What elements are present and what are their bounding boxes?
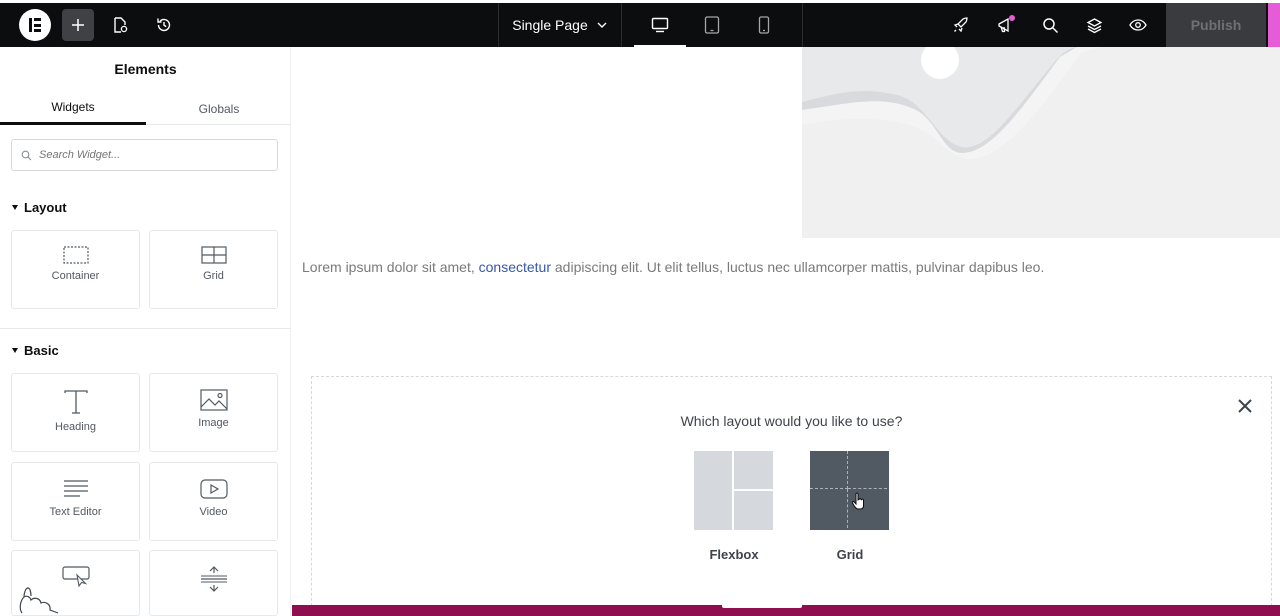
tab-widgets[interactable]: Widgets — [0, 92, 146, 125]
widget-search[interactable] — [11, 139, 278, 171]
text-editor-icon — [63, 480, 88, 497]
widget-label: Heading — [55, 421, 96, 433]
toolbar-divider — [802, 3, 803, 47]
accent-edge — [1268, 3, 1280, 47]
paragraph-text: adipiscing elit. Ut elit tellus, luctus … — [551, 259, 1045, 275]
pointer-hand-icon — [851, 492, 864, 510]
search-icon — [21, 150, 32, 160]
whats-new-button[interactable] — [990, 9, 1022, 41]
tablet-view-button[interactable] — [686, 3, 738, 47]
widget-label: Image — [198, 417, 229, 429]
mobile-view-button[interactable] — [738, 3, 790, 47]
desktop-icon — [651, 17, 669, 33]
layers-icon — [1086, 17, 1102, 33]
widget-text-editor[interactable]: Text Editor — [11, 462, 140, 541]
page-settings-button[interactable] — [104, 9, 136, 41]
layout-option-flexbox[interactable]: Flexbox — [694, 451, 774, 562]
add-element-button[interactable] — [62, 9, 94, 41]
widget-video[interactable]: Video — [149, 462, 278, 541]
panel-tabs: Widgets Globals — [0, 92, 291, 125]
caret-down-icon — [12, 348, 18, 353]
container-icon — [62, 246, 89, 264]
widget-heading[interactable]: Heading — [11, 373, 140, 452]
elementor-logo-icon[interactable] — [19, 9, 51, 41]
image-placeholder-graphic — [802, 47, 1280, 238]
document-title: Single Page — [512, 17, 588, 33]
layout-option-grid[interactable]: Grid — [810, 451, 890, 562]
search-input[interactable] — [39, 149, 259, 161]
widget-label: Grid — [203, 270, 224, 282]
structure-button[interactable] — [1078, 9, 1110, 41]
megaphone-icon — [998, 15, 1015, 33]
widget-image[interactable]: Image — [149, 373, 278, 452]
plus-icon — [72, 19, 84, 31]
heading-icon — [63, 390, 88, 414]
tablet-icon — [704, 16, 720, 34]
image-icon — [199, 389, 228, 411]
mobile-icon — [758, 16, 770, 34]
caret-down-icon — [12, 205, 18, 210]
grid-preview — [810, 451, 889, 530]
bottom-section-handle — [292, 605, 1280, 616]
chevron-down-icon — [597, 22, 607, 28]
widget-grid[interactable]: Grid — [149, 230, 278, 309]
layout-chooser: Which layout would you like to use? Flex… — [311, 376, 1272, 616]
tab-globals[interactable]: Globals — [146, 92, 292, 125]
history-icon — [157, 18, 171, 32]
widget-label: Container — [51, 270, 100, 282]
image-placeholder[interactable] — [802, 47, 1280, 238]
layout-option-label: Flexbox — [709, 547, 759, 562]
eye-icon — [1129, 19, 1147, 31]
editor-canvas: Lorem ipsum dolor sit amet, consectetur … — [292, 47, 1280, 616]
section-basic-toggle[interactable]: Basic — [12, 343, 59, 358]
widget-container[interactable]: Container — [11, 230, 140, 309]
page-settings-icon — [114, 17, 128, 33]
publish-button[interactable]: Publish — [1166, 3, 1266, 47]
divider-icon — [200, 566, 227, 592]
document-switcher[interactable]: Single Page — [498, 3, 622, 47]
widget-label: Video — [199, 506, 228, 518]
paragraph-text: Lorem ipsum dolor sit amet, — [302, 259, 479, 275]
section-title: Layout — [24, 200, 67, 215]
section-divider — [0, 328, 291, 329]
elements-panel: Elements Widgets Globals Layout Containe… — [0, 47, 291, 616]
flexbox-preview — [694, 451, 773, 530]
history-button[interactable] — [148, 9, 180, 41]
widget-divider[interactable] — [149, 550, 278, 616]
rocket-icon — [953, 17, 968, 33]
cursor-hand-icon — [19, 587, 59, 614]
paragraph-link[interactable]: consectetur — [479, 259, 551, 275]
layout-question: Which layout would you like to use? — [680, 413, 903, 429]
editor-top-bar: Single Page Publish — [0, 3, 1280, 47]
desktop-view-button[interactable] — [634, 3, 686, 47]
panel-title: Elements — [114, 61, 177, 77]
search-icon — [1042, 17, 1058, 33]
section-layout-toggle[interactable]: Layout — [12, 200, 67, 215]
launchpad-button[interactable] — [945, 9, 977, 41]
section-title: Basic — [24, 343, 59, 358]
grid-icon — [200, 246, 227, 264]
preview-button[interactable] — [1122, 9, 1154, 41]
layout-option-label: Grid — [836, 547, 864, 562]
widget-label: Text Editor — [49, 506, 102, 518]
text-editor-block[interactable]: Lorem ipsum dolor sit amet, consectetur … — [302, 259, 1044, 275]
section-handle-tab[interactable] — [722, 605, 802, 608]
video-icon — [199, 479, 228, 499]
finder-button[interactable] — [1034, 9, 1066, 41]
